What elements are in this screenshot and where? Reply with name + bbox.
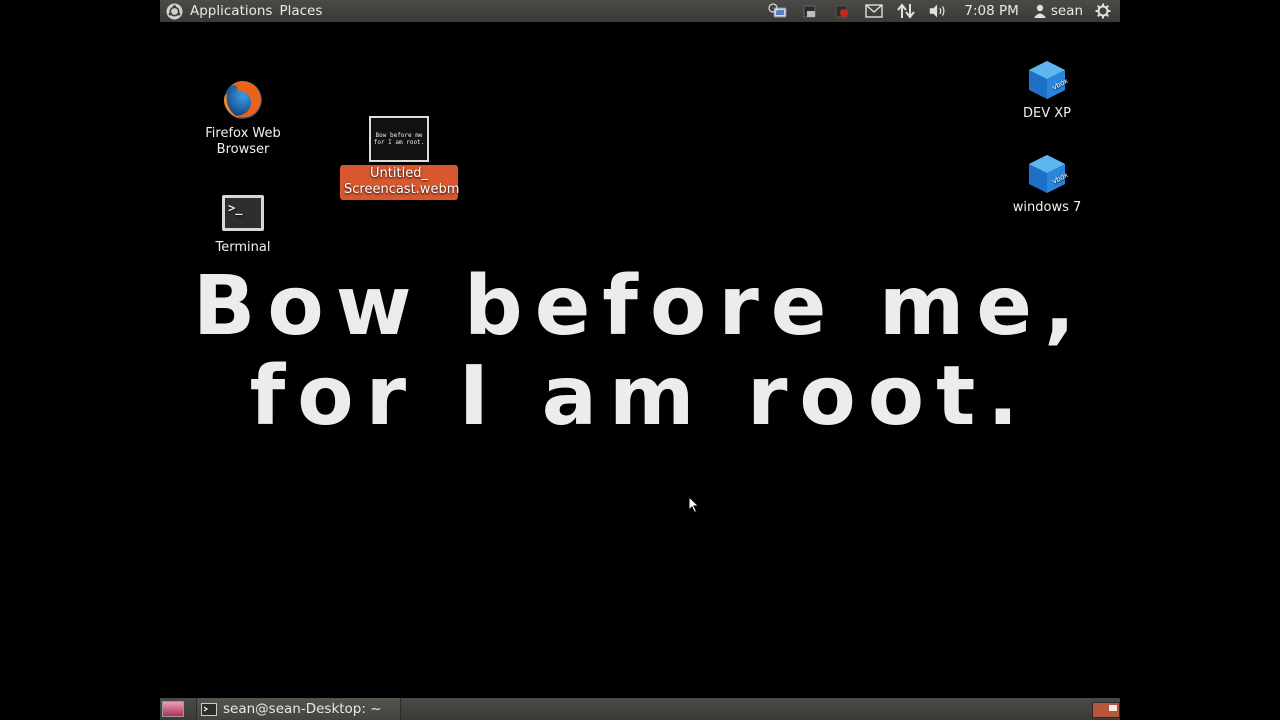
user-icon: [1033, 2, 1047, 20]
virtualbox-cube-icon: vbox: [1025, 152, 1069, 196]
thumbnail-line-2: for I am root.: [373, 139, 425, 146]
mouse-cursor-icon: [688, 495, 700, 518]
thumbnail-line-1: Bow before me: [375, 132, 423, 139]
video-thumbnail-icon: Bow before me for I am root.: [367, 115, 431, 163]
desktop-icon-dev-xp[interactable]: vbox DEV XP: [1006, 58, 1088, 122]
transfer-icon[interactable]: [896, 2, 916, 20]
clock[interactable]: 7:08 PM: [964, 3, 1018, 19]
power-gear-icon[interactable]: [1093, 2, 1113, 20]
windows-7-label: windows 7: [1012, 200, 1082, 215]
taskbar-item-terminal[interactable]: sean@sean-Desktop: ~: [196, 698, 401, 720]
volume-icon[interactable]: [928, 2, 948, 20]
wallpaper-banner: Bow before me, for I am root.: [160, 262, 1120, 442]
screencast-label-line-1: Untitled_: [370, 166, 428, 181]
applications-menu[interactable]: Applications: [190, 3, 272, 19]
taskbar-item-label: sean@sean-Desktop: ~: [223, 701, 382, 717]
terminal-icon: [201, 702, 217, 716]
dev-xp-label: DEV XP: [1023, 106, 1071, 121]
ubuntu-logo-icon[interactable]: [165, 2, 183, 20]
system-tray: 7:08 PM sean: [762, 0, 1120, 22]
user-menu[interactable]: sean: [1051, 3, 1083, 19]
top-panel: Applications Places 7:08 PM sean: [160, 0, 1120, 22]
screencast-label: Untitled_ Screencast.webm: [340, 165, 460, 200]
show-desktop-button[interactable]: [162, 701, 184, 717]
banner-line-2: for I am root.: [249, 349, 1031, 444]
places-menu[interactable]: Places: [279, 3, 322, 19]
firefox-label-line-1: Firefox Web: [205, 126, 281, 141]
recording-icon[interactable]: [832, 2, 852, 20]
desktop-icon-screencast[interactable]: Bow before me for I am root. Untitled_ S…: [340, 115, 460, 200]
terminal-icon: >_: [221, 194, 265, 232]
workspace-cell[interactable]: [1109, 705, 1117, 711]
desktop[interactable]: Firefox Web Browser >_ Terminal Bow befo…: [160, 22, 1120, 698]
workspace-switcher[interactable]: [1092, 702, 1120, 718]
virtualbox-cube-icon: vbox: [1025, 58, 1069, 102]
screencast-label-line-2: Screencast.webm: [344, 182, 460, 197]
desktop-icon-terminal[interactable]: >_ Terminal: [208, 194, 278, 256]
banner-line-1: Bow before me,: [192, 259, 1088, 354]
screen: Applications Places 7:08 PM sean Firefox…: [0, 0, 1280, 720]
desktop-icon-firefox[interactable]: Firefox Web Browser: [198, 78, 288, 158]
mail-icon[interactable]: [864, 2, 884, 20]
network-icon[interactable]: [768, 2, 788, 20]
svg-text:>_: >_: [228, 201, 243, 216]
bottom-panel: sean@sean-Desktop: ~: [160, 698, 1120, 720]
terminal-label: Terminal: [215, 240, 271, 255]
desktop-icon-windows-7[interactable]: vbox windows 7: [1006, 152, 1088, 216]
battery-icon[interactable]: [800, 2, 820, 20]
firefox-label-line-2: Browser: [216, 142, 270, 157]
firefox-icon: [221, 78, 265, 122]
